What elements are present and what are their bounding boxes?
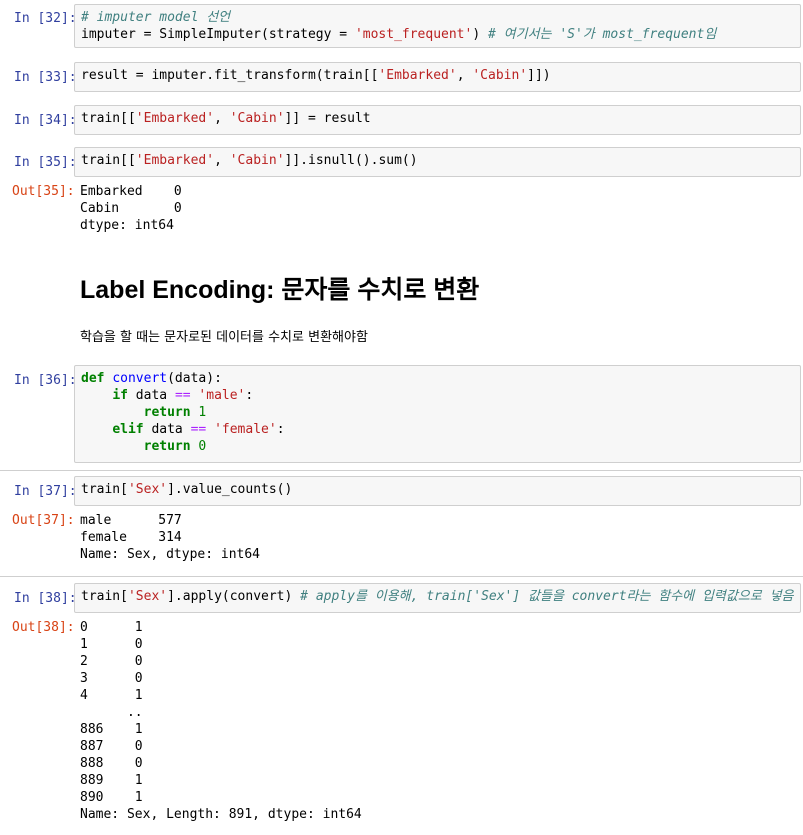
input-prompt: In [37]: [14,484,77,499]
code-string: 'Cabin' [229,111,285,126]
input-prompt: In [34]: [14,113,77,128]
code-text: , [456,68,473,83]
code-text: , [214,111,230,126]
code-text: train[[ [81,111,136,126]
code-comment: # imputer model 선언 [81,10,231,25]
code-string: 'Cabin' [229,153,285,168]
markdown-paragraph: 학습을 할 때는 문자로된 데이터를 수치로 변환해야함 [80,330,368,345]
code-keyword: def [81,371,105,386]
code-text: train[ [81,482,128,497]
code-input[interactable]: # imputer model 선언 imputer = SimpleImput… [74,4,801,48]
code-keyword: elif [112,422,144,437]
code-operator: == [190,422,207,437]
cell-output: Embarked 0 Cabin 0 dtype: int64 [80,184,182,233]
code-text: (data): [167,371,222,386]
code-text: ) [472,27,488,42]
code-string: 'female' [214,422,277,437]
code-string: 'Sex' [127,589,168,604]
code-text: imputer = SimpleImputer(strategy = [81,27,355,42]
markdown-heading: Label Encoding: 문자를 수치로 변환 [80,276,480,304]
code-comment: # 여기서는 'S'가 most_frequent임 [488,27,717,42]
output-prompt: Out[38]: [12,620,75,635]
code-keyword: if [112,388,128,403]
code-string: 'Embarked' [378,68,457,83]
output-prompt: Out[37]: [12,513,75,528]
code-string: 'Cabin' [472,68,528,83]
code-text: : [276,422,285,437]
code-text: ].value_counts() [167,482,293,497]
code-string: 'Embarked' [135,153,215,168]
input-prompt: In [38]: [14,591,77,606]
code-text: ].apply(convert) [167,589,301,604]
code-string: 'most_frequent' [354,27,473,42]
code-input[interactable]: train['Sex'].apply(convert) # apply를 이용해… [74,583,801,613]
code-text: ]]) [527,68,551,83]
code-input[interactable]: train[['Embarked', 'Cabin']] = result [74,105,801,135]
code-text: : [245,388,254,403]
code-input[interactable]: train['Sex'].value_counts() [74,476,801,506]
cell-divider [0,470,803,471]
code-number: 1 [198,405,207,420]
code-text: , [214,153,230,168]
code-text: result = imputer.fit_transform(train[[ [81,68,379,83]
input-prompt: In [36]: [14,373,77,388]
code-text: train[ [81,589,128,604]
input-prompt: In [35]: [14,155,77,170]
cell-output: male 577 female 314 Name: Sex, dtype: in… [80,513,261,562]
code-text: data [127,388,175,403]
code-text: ]] = result [284,111,371,126]
code-string: 'male' [198,388,246,403]
output-prompt: Out[35]: [12,184,75,199]
input-prompt: In [33]: [14,70,77,85]
code-operator: == [174,388,191,403]
code-text: data [143,422,191,437]
code-text: train[[ [81,153,136,168]
code-number: 0 [198,439,207,454]
code-comment: # apply를 이용해, train['Sex'] 값들을 convert라는… [300,589,794,604]
input-prompt: In [32]: [14,11,77,26]
code-keyword: return [143,439,191,454]
code-input[interactable]: result = imputer.fit_transform(train[['E… [74,62,801,92]
cell-output: 0 1 1 0 2 0 3 0 4 1 .. 886 1 887 0 888 0… [80,620,362,822]
code-text: ]].isnull().sum() [284,153,418,168]
code-function-name: convert [112,371,168,386]
code-string: 'Embarked' [135,111,215,126]
code-input[interactable]: train[['Embarked', 'Cabin']].isnull().su… [74,147,801,177]
code-string: 'Sex' [127,482,168,497]
code-keyword: return [143,405,191,420]
cell-divider [0,576,803,577]
code-input[interactable]: def convert(data): if data == 'male': re… [74,365,801,463]
